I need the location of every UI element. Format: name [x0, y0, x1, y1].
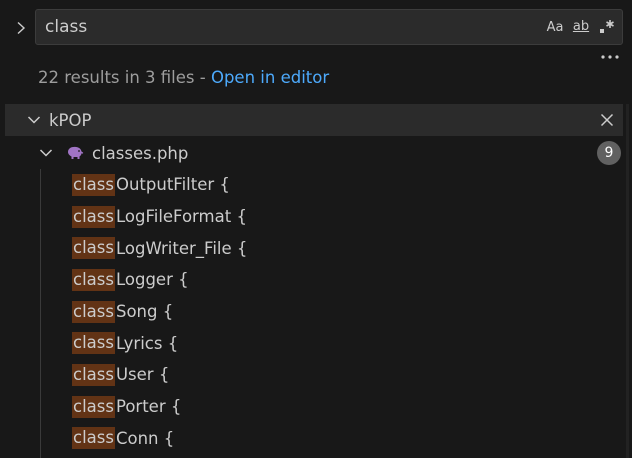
match-highlight: class [72, 268, 115, 291]
match-item[interactable]: class User { [72, 359, 612, 391]
match-highlight: class [72, 395, 115, 418]
whole-word-label: ab [572, 19, 590, 34]
folder-row-kpop[interactable]: kPOP [5, 104, 623, 136]
match-text: Porter { [115, 397, 182, 417]
match-text: LogWriter_File { [115, 238, 248, 258]
match-item[interactable]: class LogWriter_File { [72, 232, 612, 264]
regex-button[interactable] [596, 16, 618, 38]
match-text: Logger { [115, 270, 189, 290]
folder-name: kPOP [49, 110, 92, 130]
match-case-button[interactable]: Aa [544, 16, 566, 38]
file-name: classes.php [92, 143, 189, 163]
scrollbar-track[interactable] [623, 104, 632, 458]
match-text: Song { [115, 302, 174, 322]
search-input[interactable] [36, 10, 516, 44]
match-text: OutputFilter { [115, 175, 230, 195]
results-summary: 22 results in 3 files - Open in editor [38, 68, 329, 87]
file-row-classes-php[interactable]: classes.php 9 [5, 137, 623, 169]
match-item[interactable]: class Song { [72, 296, 612, 328]
match-item[interactable]: class Porter { [72, 391, 612, 423]
match-item[interactable]: class LogFileFormat { [72, 201, 612, 233]
match-text: Lyrics { [115, 333, 179, 353]
chevron-down-icon[interactable] [37, 144, 55, 162]
regex-icon [600, 20, 614, 33]
match-count-badge: 9 [597, 141, 621, 165]
search-box: Aa ab [35, 9, 623, 45]
close-icon[interactable] [597, 110, 617, 130]
match-highlight: class [72, 173, 115, 196]
match-text: User { [115, 365, 170, 385]
more-actions-icon[interactable] [600, 50, 620, 64]
whole-word-icon: ab [573, 20, 589, 34]
match-item[interactable]: class Logger { [72, 264, 612, 296]
open-in-editor-link[interactable]: Open in editor [211, 68, 329, 87]
match-text: LogFileFormat { [115, 207, 247, 227]
whole-word-button[interactable]: ab [570, 16, 592, 38]
match-text: Conn { [115, 428, 175, 448]
php-file-icon [68, 146, 84, 159]
match-highlight: class [72, 237, 115, 260]
search-options: Aa ab [544, 15, 618, 39]
match-highlight: class [72, 205, 115, 228]
match-highlight: class [72, 332, 115, 355]
search-panel: Aa ab 22 results in 3 files - Open in ed… [0, 0, 632, 458]
match-highlight: class [72, 363, 115, 386]
match-item[interactable]: class OutputFilter { [72, 169, 612, 201]
match-highlight: class [72, 427, 115, 450]
tree-indent-guide [40, 169, 41, 458]
toggle-replace-chevron-icon[interactable] [10, 14, 32, 42]
match-item[interactable]: class Lyrics { [72, 327, 612, 359]
results-count-text: 22 results in 3 files - [38, 68, 211, 87]
match-list: class OutputFilter { class LogFileFormat {… [72, 169, 612, 454]
match-highlight: class [72, 300, 115, 323]
match-case-label: Aa [546, 19, 564, 35]
match-item[interactable]: class Conn { [72, 423, 612, 455]
chevron-down-icon[interactable] [25, 111, 43, 129]
